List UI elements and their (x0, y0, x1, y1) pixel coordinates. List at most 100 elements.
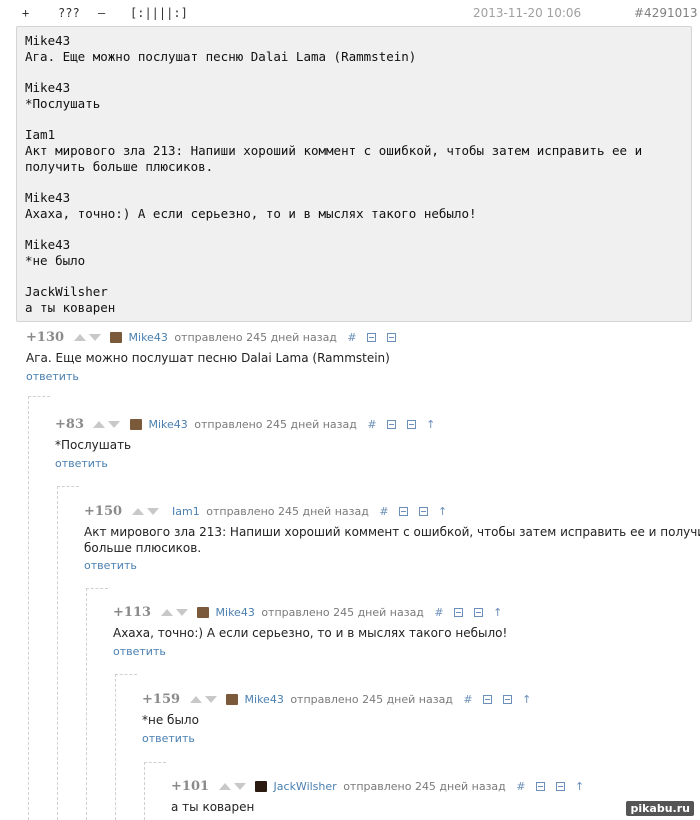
reply-link[interactable]: ответить (142, 732, 195, 745)
quote-author: Mike43 (25, 33, 71, 48)
comment-link-icon[interactable]: # (367, 418, 376, 431)
comment-text: *не было (142, 713, 199, 727)
comment-time: отправлено 245 дней назад (174, 331, 337, 344)
vote-up-icon[interactable] (93, 421, 106, 428)
reply-link[interactable]: ответить (26, 370, 79, 383)
thread-line (115, 674, 116, 820)
collapse-icon[interactable] (483, 695, 493, 704)
comment-user-link[interactable]: Mike43 (245, 693, 284, 706)
thread-line (144, 762, 145, 820)
reply-link[interactable]: ответить (84, 559, 137, 572)
avatar (110, 332, 123, 343)
comment-rating: +83 (55, 417, 84, 432)
thread-line (28, 396, 50, 397)
comment-user-link[interactable]: Mike43 (216, 606, 255, 619)
avatar (255, 781, 268, 792)
thread-line (86, 588, 87, 820)
save-icon[interactable] (386, 333, 396, 342)
parent-arrow-icon[interactable]: ↑ (493, 606, 502, 619)
vote-down-icon[interactable] (146, 508, 159, 515)
comment-time: отправлено 245 дней назад (261, 606, 424, 619)
comment-text: *Послушать (55, 438, 132, 452)
reply-link[interactable]: ответить (55, 457, 108, 470)
collapse-icon[interactable] (367, 333, 377, 342)
comment: +101 JackWilsher отправлено 245 дней наз… (171, 779, 681, 819)
quote-header-bar: + ??? – [:||||:] 2013-11-20 10:06 #42910… (0, 0, 700, 24)
comment-rating: +130 (26, 330, 65, 345)
watermark: pikabu.ru (626, 801, 694, 816)
save-icon[interactable] (502, 695, 512, 704)
comment-text: Акт мирового зла 213: Напиши хороший ком… (84, 525, 700, 539)
collapse-icon[interactable] (387, 420, 397, 429)
parent-arrow-icon[interactable]: ↑ (438, 505, 447, 518)
quote-date: 2013-11-20 10:06 (473, 6, 582, 20)
collapse-icon[interactable] (399, 507, 409, 516)
quote-text: а ты коварен (25, 300, 116, 315)
comment-text: а ты коварен (171, 800, 255, 814)
vote-up-icon[interactable] (218, 783, 231, 790)
parent-arrow-icon[interactable]: ↑ (522, 693, 531, 706)
vote-down-icon[interactable] (108, 421, 121, 428)
comment: +83 Mike43 отправлено 245 дней назад # ↑… (55, 417, 685, 477)
vote-down-icon[interactable] (204, 696, 217, 703)
parent-arrow-icon[interactable]: ↑ (575, 780, 584, 793)
vote-up-icon[interactable] (73, 334, 86, 341)
comment-rating: +101 (171, 779, 210, 794)
comment-rating: +113 (113, 605, 152, 620)
avatar (226, 694, 239, 705)
save-icon[interactable] (406, 420, 416, 429)
vote-plus-button[interactable]: + (22, 6, 29, 20)
vote-down-icon[interactable] (88, 334, 101, 341)
comment-header: +150 Iam1 отправлено 245 дней назад # ↑ (84, 504, 447, 520)
quote-block: Mike43 Ага. Еще можно послушат песню Dal… (25, 33, 655, 65)
comment-header: +101 JackWilsher отправлено 245 дней наз… (171, 779, 584, 795)
vote-up-icon[interactable] (189, 696, 202, 703)
save-icon[interactable] (418, 507, 428, 516)
collapse-icon[interactable] (536, 782, 545, 791)
comment-text: Ага. Еще можно послушат песню Dalai Lama… (26, 351, 390, 365)
vote-down-icon[interactable] (233, 783, 246, 790)
quote-author: Mike43 (25, 80, 71, 95)
comment-user-link[interactable]: Mike43 (148, 418, 187, 431)
comment-link-icon[interactable]: # (516, 780, 525, 793)
thread-line (28, 396, 29, 820)
comment: +159 Mike43 отправлено 245 дней назад # … (142, 692, 682, 752)
comment: +113 Mike43 отправлено 245 дней назад # … (113, 605, 683, 665)
quote-rating: ??? (58, 6, 80, 20)
avatar (197, 607, 210, 618)
reply-link[interactable]: ответить (113, 645, 166, 658)
quote-block: Mike43 *не было (25, 237, 655, 269)
vote-up-icon[interactable] (160, 609, 173, 616)
collapse-icon[interactable] (454, 608, 464, 617)
comment-link-icon[interactable]: # (463, 693, 472, 706)
comment-text-line2: больше плюсиков. (84, 541, 202, 555)
comment-user-link[interactable]: JackWilsher (274, 780, 337, 793)
thread-line (144, 762, 166, 763)
comment-text: Ахаха, точно:) А если серьезно, то и в м… (113, 626, 508, 640)
quote-block: Iam1 Акт мирового зла 213: Напиши хороши… (25, 127, 655, 175)
comment-header: +159 Mike43 отправлено 245 дней назад # … (142, 692, 531, 708)
vote-minus-button[interactable]: – (98, 6, 105, 20)
quote-id-link[interactable]: #4291013 (634, 6, 698, 20)
quote-author: Mike43 (25, 190, 71, 205)
vote-down-icon[interactable] (175, 609, 188, 616)
comment-time: отправлено 245 дней назад (290, 693, 453, 706)
comment-link-icon[interactable]: # (379, 505, 388, 518)
comment-time: отправлено 245 дней назад (206, 505, 369, 518)
comment-rating: +159 (142, 692, 181, 707)
comment-link-icon[interactable]: # (434, 606, 443, 619)
comment-link-icon[interactable]: # (347, 331, 356, 344)
comment-user-link[interactable]: Mike43 (129, 331, 168, 344)
parent-arrow-icon[interactable]: ↑ (426, 418, 435, 431)
comment-header: +83 Mike43 отправлено 245 дней назад # ↑ (55, 417, 435, 433)
quote-text: Ага. Еще можно послушат песню Dalai Lama… (25, 49, 417, 64)
quote-author: Mike43 (25, 237, 71, 252)
comment-time: отправлено 245 дней назад (343, 780, 506, 793)
save-icon[interactable] (473, 608, 483, 617)
quote-text: *не было (25, 253, 86, 268)
comment-user-link[interactable]: Iam1 (172, 505, 200, 518)
thread-line (86, 588, 108, 589)
quote-text: *Послушать (25, 96, 101, 111)
save-icon[interactable] (555, 782, 565, 791)
vote-up-icon[interactable] (131, 508, 144, 515)
